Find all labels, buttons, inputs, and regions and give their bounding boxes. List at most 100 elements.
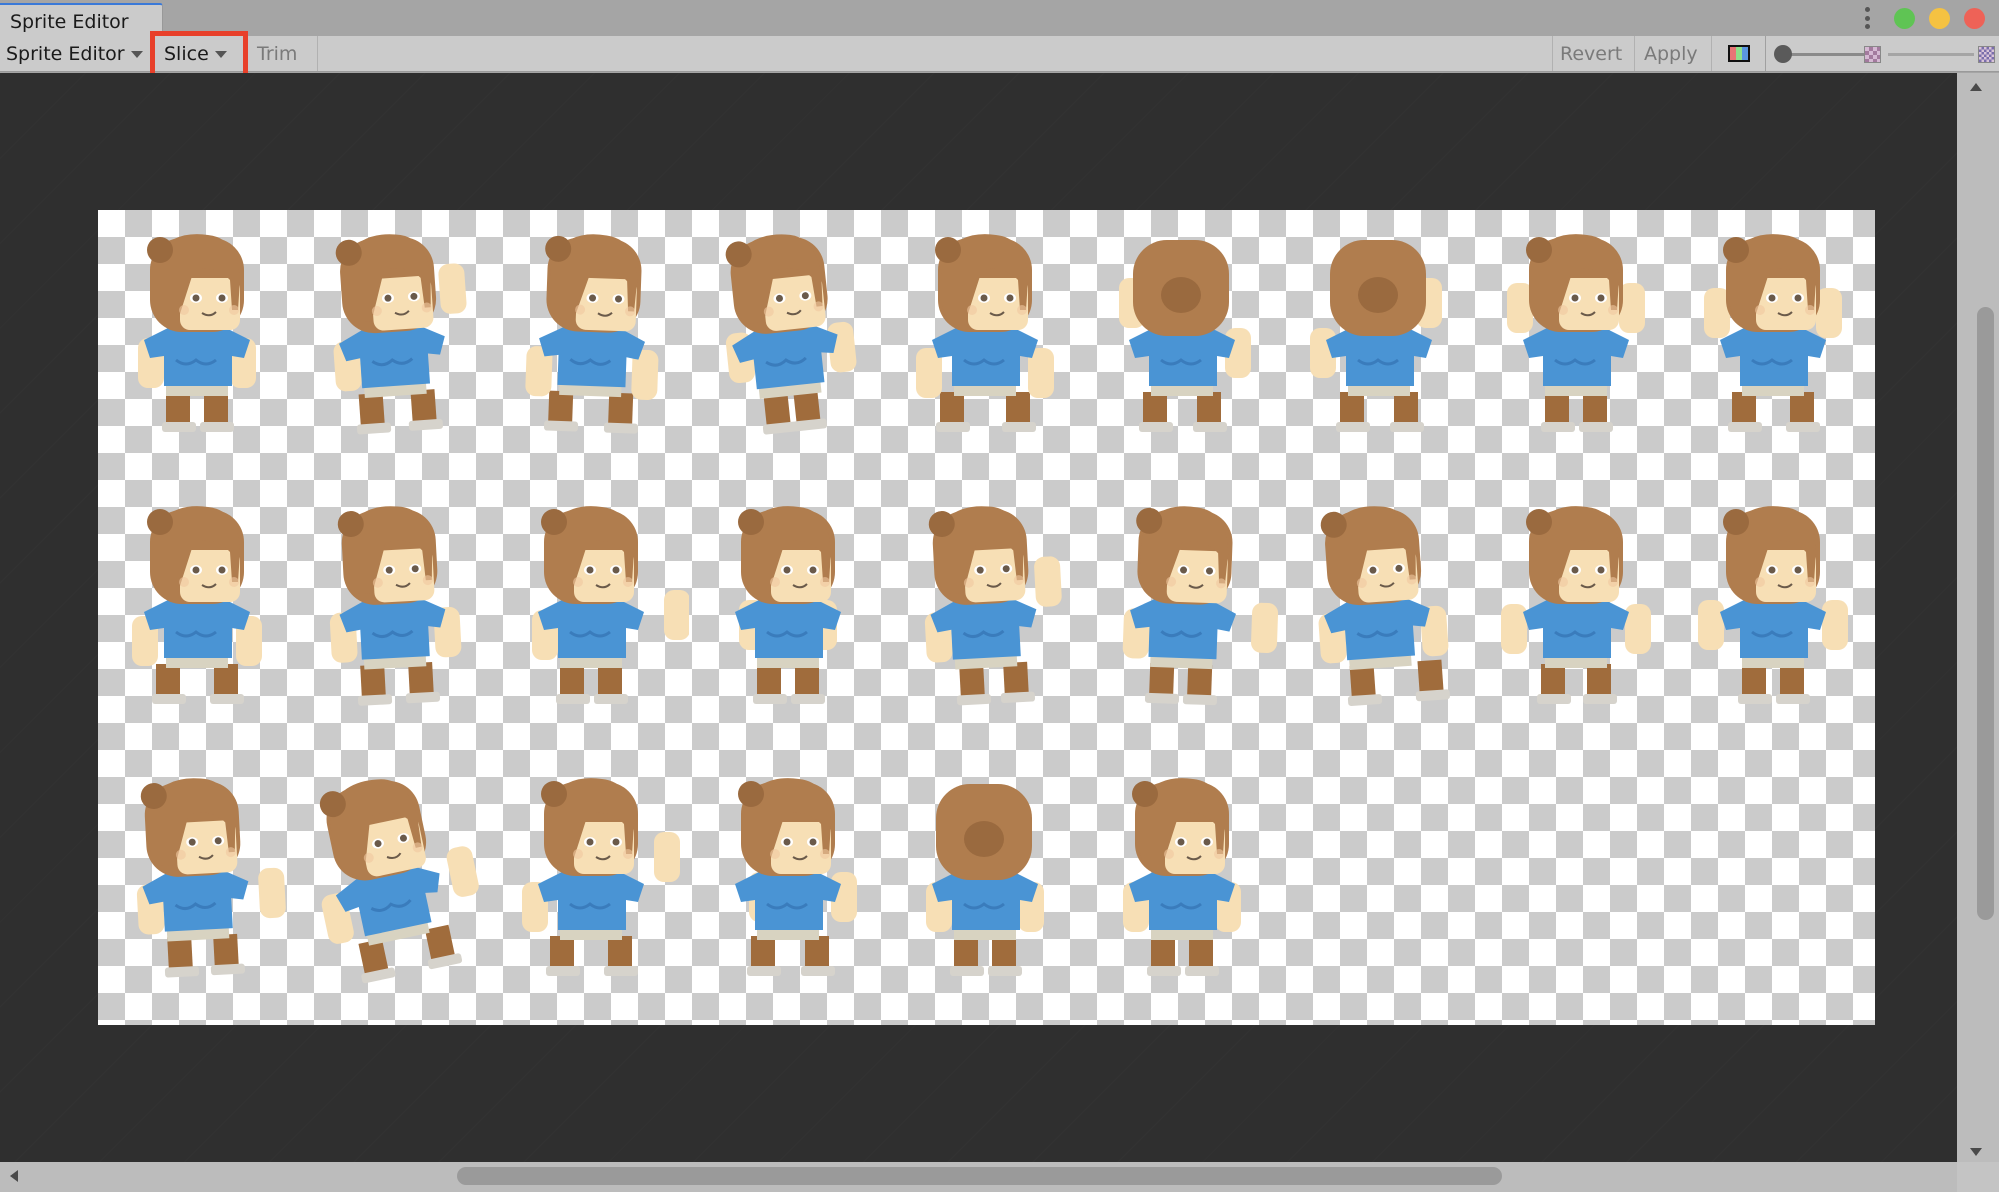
left-leg — [550, 936, 574, 968]
horizontal-scroll-thumb[interactable] — [457, 1167, 1502, 1185]
left-leg — [1149, 662, 1175, 696]
window-tab-sprite-editor[interactable]: Sprite Editor — [0, 3, 163, 37]
shirt — [932, 326, 1038, 386]
shirt — [1720, 326, 1826, 386]
sprite-character — [1704, 234, 1842, 432]
left-leg — [1732, 392, 1756, 424]
sprite-frame[interactable] — [886, 482, 1083, 754]
close-button[interactable] — [1964, 7, 1985, 29]
right-leg — [1790, 392, 1814, 424]
maximize-button[interactable] — [1894, 7, 1915, 29]
shirt — [1523, 326, 1629, 386]
apply-button[interactable]: Apply — [1634, 36, 1711, 71]
scroll-up-arrow-icon[interactable] — [1970, 83, 1982, 91]
sprite-character — [329, 506, 462, 706]
sprite-character — [1119, 240, 1251, 432]
sprite-frame[interactable] — [492, 754, 689, 1026]
right-leg — [608, 392, 634, 426]
revert-label: Revert — [1560, 42, 1623, 65]
left-leg — [940, 392, 964, 424]
sprite-frame[interactable] — [98, 754, 295, 1026]
right-leg — [204, 392, 228, 424]
right-leg — [1394, 392, 1418, 424]
sprite-frame[interactable] — [492, 482, 689, 754]
sprite-frame[interactable] — [98, 482, 295, 754]
sprite-character — [532, 506, 689, 704]
left-leg — [1742, 664, 1766, 696]
sprite-frame[interactable] — [1083, 754, 1280, 1026]
sprite-character — [926, 784, 1044, 976]
sprite-frame[interactable] — [1280, 482, 1477, 754]
right-arm — [654, 832, 680, 882]
sprite-frame[interactable] — [886, 210, 1083, 482]
more-options-icon[interactable] — [1862, 7, 1872, 29]
sprite-character — [522, 778, 680, 976]
editor-mode-dropdown[interactable]: Sprite Editor — [0, 36, 152, 71]
revert-button[interactable]: Revert — [1552, 36, 1634, 71]
zoom-slider-handle[interactable] — [1774, 45, 1792, 63]
left-leg — [560, 664, 584, 696]
left-leg — [954, 936, 978, 968]
left-leg — [1541, 664, 1565, 696]
vertical-scrollbar[interactable] — [1957, 73, 1999, 1162]
zoom-slider-track[interactable] — [1784, 53, 1866, 56]
sprite-frame[interactable] — [1280, 210, 1477, 482]
sprite-character — [1507, 234, 1645, 432]
sprite-character — [735, 778, 857, 976]
window-title-bar: Sprite Editor — [0, 0, 1999, 37]
sprite-character — [525, 234, 659, 434]
sprite-canvas[interactable] — [0, 73, 1957, 1162]
right-leg — [214, 664, 238, 696]
right-leg — [1006, 392, 1030, 424]
sprite-frame[interactable] — [886, 754, 1083, 1026]
mip-high-icon — [1978, 46, 1995, 63]
vertical-scroll-thumb[interactable] — [1977, 307, 1994, 920]
sprite-frame[interactable] — [1477, 482, 1674, 754]
sprite-frame[interactable] — [1083, 210, 1280, 482]
horizontal-scrollbar[interactable] — [0, 1162, 1965, 1192]
rgb-channels-icon — [1727, 45, 1750, 62]
sprite-frame[interactable] — [1674, 210, 1871, 482]
sprite-sheet[interactable] — [98, 210, 1875, 1025]
scroll-left-arrow-icon[interactable] — [10, 1170, 18, 1182]
sprite-frame[interactable] — [689, 754, 886, 1026]
left-leg — [166, 392, 190, 424]
slice-dropdown[interactable]: Slice — [154, 36, 245, 71]
chevron-down-icon — [214, 51, 227, 58]
sprite-frame[interactable] — [295, 754, 492, 1026]
sprite-character — [735, 506, 841, 704]
trim-label: Trim — [257, 42, 298, 65]
sprite-frame[interactable] — [1477, 210, 1674, 482]
right-leg — [1187, 664, 1213, 698]
sprite-character — [1318, 506, 1450, 707]
shirt — [539, 325, 646, 388]
shirt — [538, 870, 644, 930]
left-leg — [358, 392, 385, 427]
color-channels-toggle[interactable] — [1711, 36, 1766, 71]
editor-mode-label: Sprite Editor — [6, 42, 125, 65]
sprite-frame[interactable] — [1083, 482, 1280, 754]
right-arm — [1034, 556, 1062, 607]
sprite-frame[interactable] — [295, 482, 492, 754]
right-arm — [1625, 604, 1651, 654]
apply-label: Apply — [1644, 42, 1698, 65]
mip-slider-track[interactable] — [1888, 53, 1974, 56]
sprite-frame[interactable] — [98, 210, 295, 482]
trim-button[interactable]: Trim — [246, 36, 318, 71]
sprite-frame[interactable] — [689, 210, 886, 482]
minimize-button[interactable] — [1929, 7, 1950, 29]
right-leg — [608, 936, 632, 968]
sprite-character — [319, 779, 479, 984]
left-leg — [1143, 392, 1167, 424]
scroll-down-arrow-icon[interactable] — [1970, 1148, 1982, 1156]
right-leg — [805, 936, 829, 968]
left-leg — [757, 664, 781, 696]
shirt — [1523, 598, 1629, 658]
sprite-frame[interactable] — [689, 482, 886, 754]
sprite-frame[interactable] — [492, 210, 689, 482]
slice-label: Slice — [164, 42, 209, 65]
left-arm — [1501, 604, 1527, 654]
sprite-frame[interactable] — [295, 210, 492, 482]
sprite-frame[interactable] — [1674, 482, 1871, 754]
right-leg — [1197, 392, 1221, 424]
